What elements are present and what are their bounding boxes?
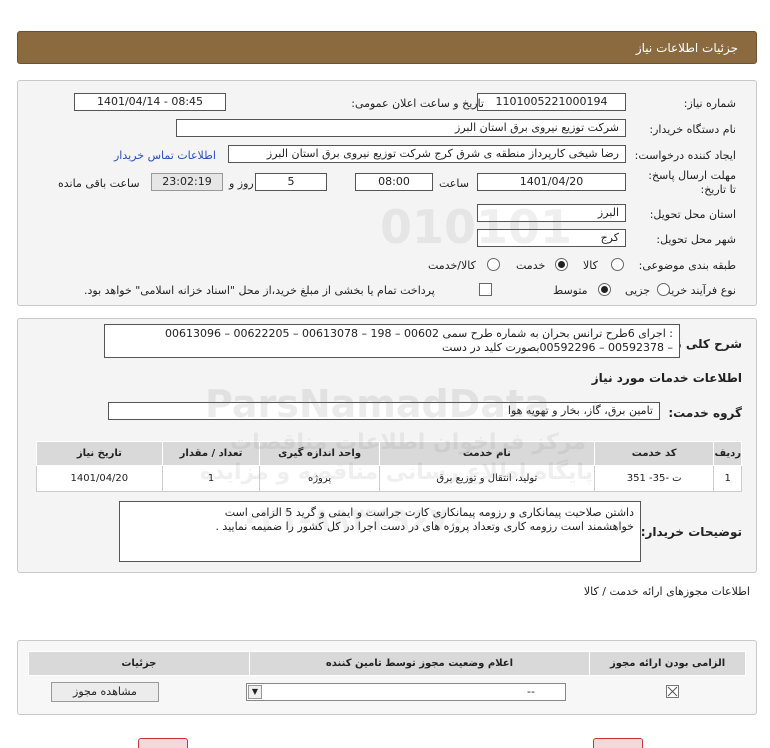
col-permit-details: جزئیات	[28, 651, 250, 676]
permit-status-select[interactable]: ▼ --	[246, 683, 566, 701]
page-header: جزئیات اطلاعات نیاز	[17, 31, 757, 64]
deadline-date-field: 1401/04/20	[477, 173, 626, 191]
deadline-time-field: 08:00	[355, 173, 433, 191]
service-group-field: تامین برق، گاز، بخار و تهویه هوا	[108, 402, 660, 420]
need-summary-panel: شرح کلی نیاز: : اجرای 6طرح ترانس بحران ب…	[17, 318, 757, 573]
permits-title: اطلاعات مجوزهای ارائه خدمت / کالا	[583, 585, 750, 598]
category-option-goods: کالا	[583, 259, 598, 272]
days-field: 5	[255, 173, 327, 191]
process-radio-minor[interactable]	[657, 283, 670, 296]
buyer-org-field: شرکت توزیع نیروی برق استان البرز	[176, 119, 626, 137]
city-field: کرج	[477, 229, 626, 247]
buyer-org-label: نام دستگاه خریدار:	[649, 123, 736, 136]
permit-status-value: --	[527, 685, 535, 698]
view-permit-button[interactable]: مشاهده مجوز	[51, 682, 159, 702]
buyer-notes-field: داشتن صلاحیت پیمانکاری و رزومه پیمانکاری…	[119, 501, 641, 562]
need-number-field: 1101005221000194	[477, 93, 626, 111]
category-radio-service[interactable]	[555, 258, 568, 271]
services-table-header: ردیف کد خدمت نام خدمت واحد اندازه گیری ت…	[36, 441, 742, 466]
process-option-minor: جزیی	[625, 284, 651, 297]
page-title: جزئیات اطلاعات نیاز	[635, 41, 738, 55]
requester-label: ایجاد کننده درخواست:	[634, 149, 736, 162]
category-option-service: خدمت	[516, 259, 546, 272]
col-service-code: کد خدمت	[593, 441, 715, 466]
remaining-time-field: 23:02:19	[151, 173, 223, 191]
bottom-button-right[interactable]	[593, 738, 643, 748]
need-details-panel: شماره نیاز: 1101005221000194 تاریخ و ساع…	[17, 80, 757, 306]
requester-field: رضا شیخی کارپرداز منطقه ی شرق کرج شرکت ت…	[228, 145, 626, 163]
buyer-notes-line-1: داشتن صلاحیت پیمانکاری و رزومه پیمانکاری…	[224, 506, 634, 519]
summary-line-1: : اجرای 6طرح ترانس بحران به شماره طرح سم…	[165, 327, 673, 340]
category-option-goods-service: کالا/خدمت	[428, 259, 476, 272]
permits-table: الزامی بودن ارائه مجوز اعلام وضعیت مجوز …	[28, 651, 746, 676]
permits-panel: الزامی بودن ارائه مجوز اعلام وضعیت مجوز …	[17, 640, 757, 715]
buyer-notes-label: توضیحات خریدار:	[640, 525, 742, 539]
cell-row: 1	[713, 465, 742, 492]
days-label: روز و	[229, 177, 254, 190]
announce-label: تاریخ و ساعت اعلان عمومی:	[351, 97, 484, 110]
chevron-down-icon: ▼	[248, 685, 262, 699]
cell-service-name: تولید، انتقال و توزیع برق	[378, 465, 595, 492]
permits-table-header: الزامی بودن ارائه مجوز اعلام وضعیت مجوز …	[28, 651, 746, 676]
table-row: 1 ت -35- 351 تولید، انتقال و توزیع برق پ…	[36, 465, 742, 492]
summary-field: : اجرای 6طرح ترانس بحران به شماره طرح سم…	[104, 324, 680, 358]
province-label: استان محل تحویل:	[649, 208, 736, 221]
province-field: البرز	[477, 204, 626, 222]
process-option-medium: متوسط	[553, 284, 588, 297]
process-radio-medium[interactable]	[598, 283, 611, 296]
cell-unit: پروژه	[259, 465, 380, 492]
announce-field: 1401/04/14 - 08:45	[74, 93, 226, 111]
service-group-label: گروه خدمت:	[668, 406, 742, 420]
col-row: ردیف	[713, 441, 742, 466]
col-permit-required: الزامی بودن ارائه مجوز	[589, 651, 746, 676]
category-radio-goods[interactable]	[611, 258, 624, 271]
need-number-label: شماره نیاز:	[683, 97, 736, 110]
permit-required-checkbox	[666, 685, 679, 698]
category-label: طبقه بندی موضوعی:	[638, 259, 736, 272]
cell-quantity: 1	[161, 465, 261, 492]
col-unit: واحد اندازه گیری	[259, 441, 380, 466]
buyer-notes-line-2: خواهشمند است رزومه کاری وتعداد پروژه های…	[215, 520, 634, 533]
payment-note: پرداخت تمام یا بخشی از مبلغ خرید،از محل …	[84, 284, 435, 297]
contact-buyer-link[interactable]: اطلاعات تماس خریدار	[114, 149, 216, 162]
col-service-name: نام خدمت	[378, 441, 595, 466]
cell-need-date: 1401/04/20	[36, 465, 163, 492]
col-quantity: تعداد / مقدار	[161, 441, 261, 466]
services-title: اطلاعات خدمات مورد نیاز	[591, 371, 742, 385]
deadline-time-label: ساعت	[439, 177, 469, 190]
cell-service-code: ت -35- 351	[593, 465, 715, 492]
deadline-label: مهلت ارسال پاسخ: تا تاریخ:	[648, 169, 736, 196]
col-permit-status: اعلام وضعیت مجوز توسط تامین کننده	[248, 651, 591, 676]
summary-line-2: – 00592378 – 00592296بصورت کلید در دست	[441, 341, 673, 354]
city-label: شهر محل تحویل:	[656, 233, 736, 246]
cross-icon	[667, 686, 678, 697]
remaining-time-label: ساعت باقی مانده	[58, 177, 140, 190]
bottom-button-left[interactable]	[138, 738, 188, 748]
services-table: ردیف کد خدمت نام خدمت واحد اندازه گیری ت…	[36, 441, 742, 492]
category-radio-goods-service[interactable]	[487, 258, 500, 271]
treasury-checkbox[interactable]	[479, 283, 492, 296]
col-need-date: تاریخ نیاز	[36, 441, 163, 466]
